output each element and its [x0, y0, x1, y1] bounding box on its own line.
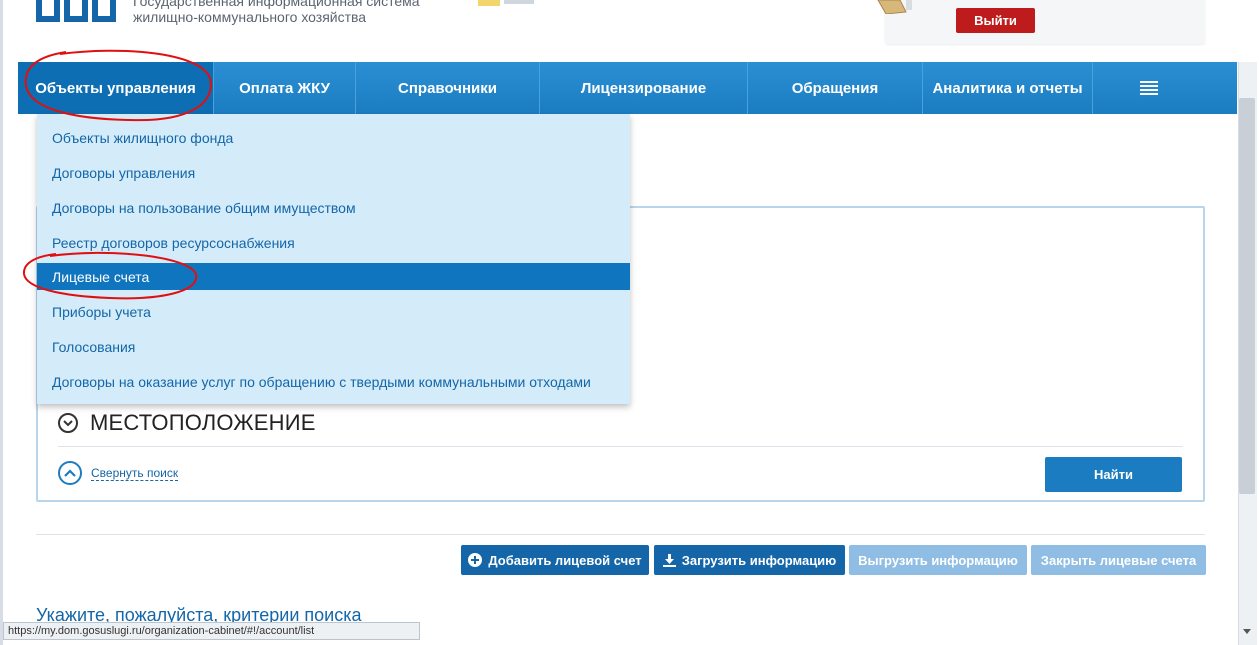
chevron-up-circle-icon[interactable]	[58, 461, 82, 485]
divider	[58, 446, 1183, 447]
site-title-line2: жилищно-коммунального хозяйства	[133, 9, 367, 25]
folder-icon	[877, 0, 912, 14]
nav-item-licensing[interactable]: Лицензирование	[540, 62, 748, 114]
upload-info-label: Загрузить информацию	[681, 552, 837, 568]
collapse-search-control[interactable]: Свернуть поиск	[58, 461, 179, 485]
nav-item-analytics[interactable]: Аналитика и отчеты	[923, 62, 1093, 114]
location-section-title: МЕСТОПОЛОЖЕНИЕ	[90, 410, 316, 435]
site-title-line1: Государственная информационная система	[133, 0, 420, 9]
add-account-label: Добавить лицевой счет	[488, 552, 642, 568]
close-accounts-button[interactable]: Закрыть лицевые счета	[1031, 545, 1206, 575]
add-account-button[interactable]: Добавить лицевой счет	[461, 545, 649, 575]
scroll-down-arrow-icon[interactable]	[1242, 626, 1252, 636]
nav-item-housing-payment[interactable]: Оплата ЖКУ	[214, 62, 356, 114]
divider	[36, 534, 1205, 535]
plus-circle-icon	[468, 553, 483, 567]
dropdown-item-voting[interactable]: Голосования	[37, 333, 630, 360]
dropdown-item-common-property-contracts[interactable]: Договоры на пользование общим имуществом	[37, 194, 630, 221]
dropdown-item-housing-stock[interactable]: Объекты жилищного фонда	[37, 124, 630, 151]
dropdown-item-resource-supply-registry[interactable]: Реестр договоров ресурсоснабжения	[37, 229, 630, 256]
nav-item-directories[interactable]: Справочники	[356, 62, 540, 114]
dropdown-item-management-contracts[interactable]: Договоры управления	[37, 159, 630, 186]
upload-info-button[interactable]: Загрузить информацию	[654, 545, 845, 575]
gis-zhkh-logo[interactable]	[36, 0, 118, 22]
dropdown-item-waste-contracts[interactable]: Договоры на оказание услуг по обращению …	[37, 368, 630, 395]
collapse-search-link[interactable]: Свернуть поиск	[91, 466, 179, 481]
management-objects-dropdown: Объекты жилищного фонда Договоры управле…	[37, 114, 630, 404]
scrollbar-thumb[interactable]	[1239, 98, 1255, 494]
location-section-header[interactable]: МЕСТОПОЛОЖЕНИЕ	[58, 410, 316, 436]
chevron-down-circle-icon[interactable]	[58, 413, 78, 433]
nav-item-appeals[interactable]: Обращения	[748, 62, 923, 114]
hamburger-icon[interactable]	[1140, 81, 1158, 95]
download-icon	[662, 553, 676, 567]
site-title: Государственная информационная система ж…	[133, 0, 420, 25]
find-button[interactable]: Найти	[1045, 457, 1182, 492]
dropdown-item-meters[interactable]: Приборы учета	[37, 298, 630, 325]
logout-button[interactable]: Выйти	[956, 8, 1035, 33]
header-illustration-icon	[478, 0, 534, 6]
nav-item-management-objects[interactable]: Объекты управления	[18, 62, 214, 114]
main-navbar: Объекты управления Оплата ЖКУ Справочник…	[18, 62, 1237, 114]
download-info-button[interactable]: Выгрузить информацию	[849, 545, 1027, 575]
dropdown-item-personal-accounts[interactable]: Лицевые счета	[37, 263, 630, 290]
browser-status-bar: https://my.dom.gosuslugi.ru/organization…	[3, 622, 420, 640]
user-panel	[885, 0, 1205, 44]
